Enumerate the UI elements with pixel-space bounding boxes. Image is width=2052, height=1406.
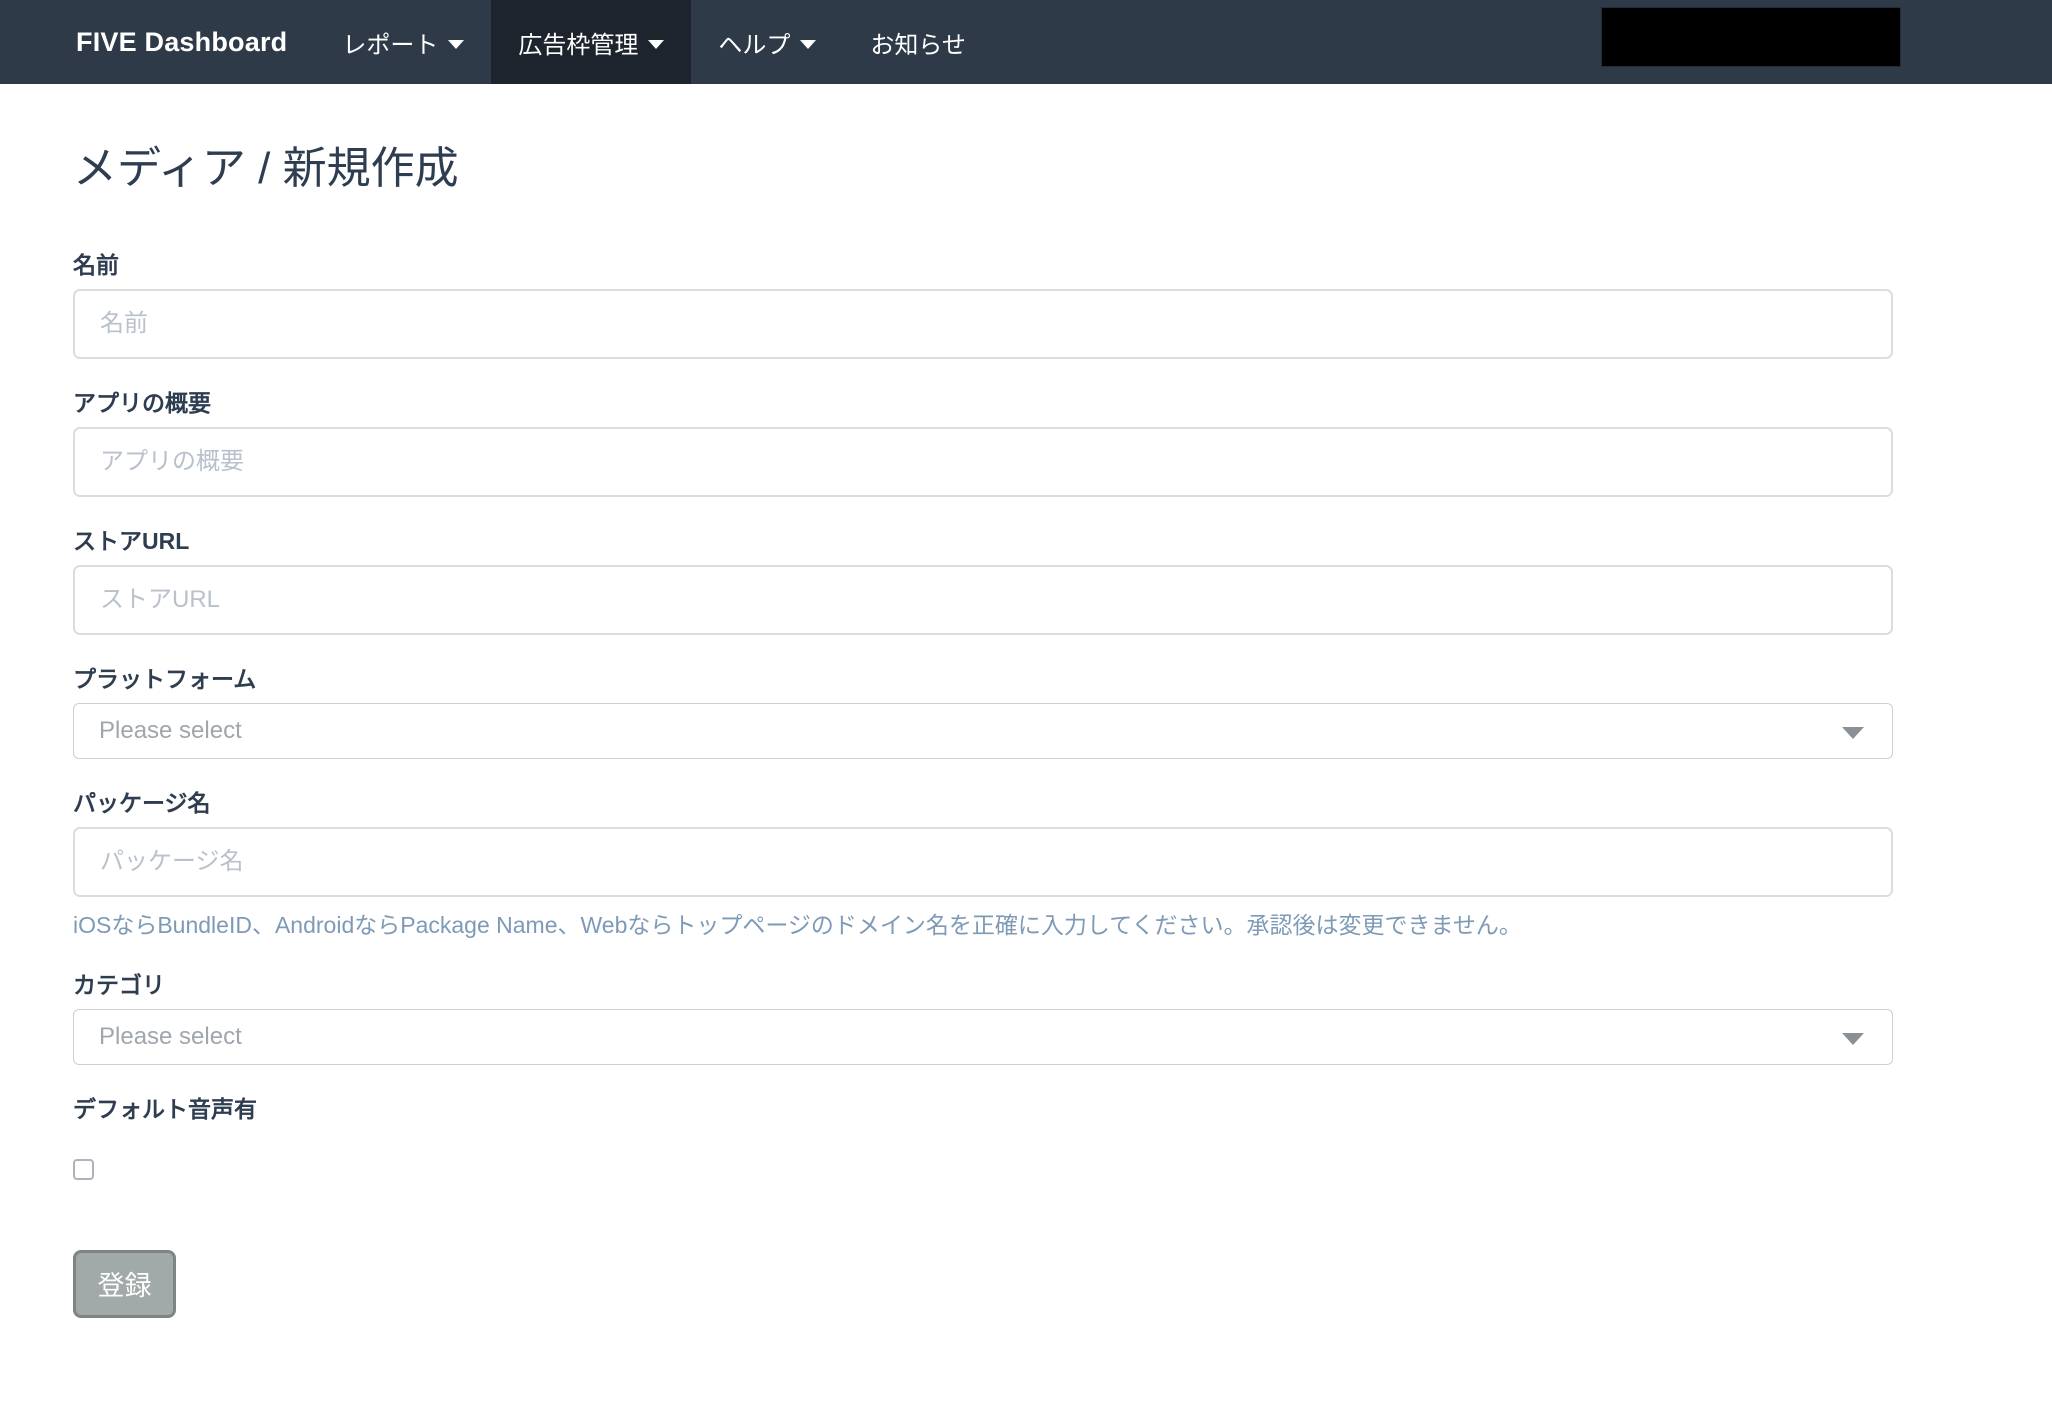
nav-item-ad-slot-management[interactable]: 広告枠管理 <box>491 0 691 84</box>
page-title: メディア / 新規作成 <box>73 144 1893 195</box>
brand-logo[interactable]: FIVE Dashboard <box>0 0 315 84</box>
chevron-down-icon <box>800 40 816 49</box>
nav-item-label: ヘルプ <box>718 25 790 60</box>
nav-item-label: 広告枠管理 <box>518 25 638 60</box>
media-create-form: 名前 アプリの概要 ストアURL プラットフォーム Please select … <box>73 251 1893 1318</box>
package-name-label: パッケージ名 <box>73 789 1893 817</box>
nav-menu: レポート 広告枠管理 ヘルプ お知らせ <box>315 0 993 84</box>
name-input[interactable] <box>73 289 1893 359</box>
form-group-platform: プラットフォーム Please select <box>73 665 1893 759</box>
submit-button[interactable]: 登録 <box>73 1250 176 1318</box>
form-group-name: 名前 <box>73 251 1893 359</box>
form-group-package-name: パッケージ名 iOSならBundleID、AndroidならPackage Na… <box>73 789 1893 941</box>
nav-item-label: お知らせ <box>870 25 966 60</box>
chevron-down-icon <box>448 40 464 49</box>
top-navbar: FIVE Dashboard レポート 広告枠管理 ヘルプ お知らせ <box>0 0 2052 84</box>
category-label: カテゴリ <box>73 971 1893 999</box>
name-label: 名前 <box>73 251 1893 279</box>
nav-item-news[interactable]: お知らせ <box>843 0 993 84</box>
form-group-category: カテゴリ Please select <box>73 971 1893 1065</box>
nav-item-reports[interactable]: レポート <box>315 0 491 84</box>
default-sound-label: デフォルト音声有 <box>73 1095 1893 1123</box>
nav-item-label: レポート <box>342 25 438 60</box>
nav-item-help[interactable]: ヘルプ <box>691 0 843 84</box>
dropdown-caret-icon <box>1842 1033 1864 1045</box>
store-url-label: ストアURL <box>73 527 1893 555</box>
app-summary-label: アプリの概要 <box>73 389 1893 417</box>
platform-label: プラットフォーム <box>73 665 1893 693</box>
category-select-value: Please select <box>99 1023 242 1051</box>
default-sound-checkbox[interactable] <box>73 1159 94 1180</box>
package-name-help-text: iOSならBundleID、AndroidならPackage Name、Webな… <box>73 911 1893 941</box>
dropdown-caret-icon <box>1842 727 1864 739</box>
user-account-redacted-box[interactable] <box>1601 7 1901 67</box>
platform-select-value: Please select <box>99 717 242 745</box>
package-name-input[interactable] <box>73 827 1893 897</box>
chevron-down-icon <box>648 40 664 49</box>
form-group-app-summary: アプリの概要 <box>73 389 1893 497</box>
category-select[interactable]: Please select <box>73 1009 1893 1065</box>
app-summary-input[interactable] <box>73 427 1893 497</box>
store-url-input[interactable] <box>73 565 1893 635</box>
form-group-default-sound: デフォルト音声有 <box>73 1095 1893 1180</box>
form-group-store-url: ストアURL <box>73 527 1893 635</box>
main-content: メディア / 新規作成 名前 アプリの概要 ストアURL プラットフォーム Pl… <box>0 84 2052 1318</box>
platform-select[interactable]: Please select <box>73 703 1893 759</box>
